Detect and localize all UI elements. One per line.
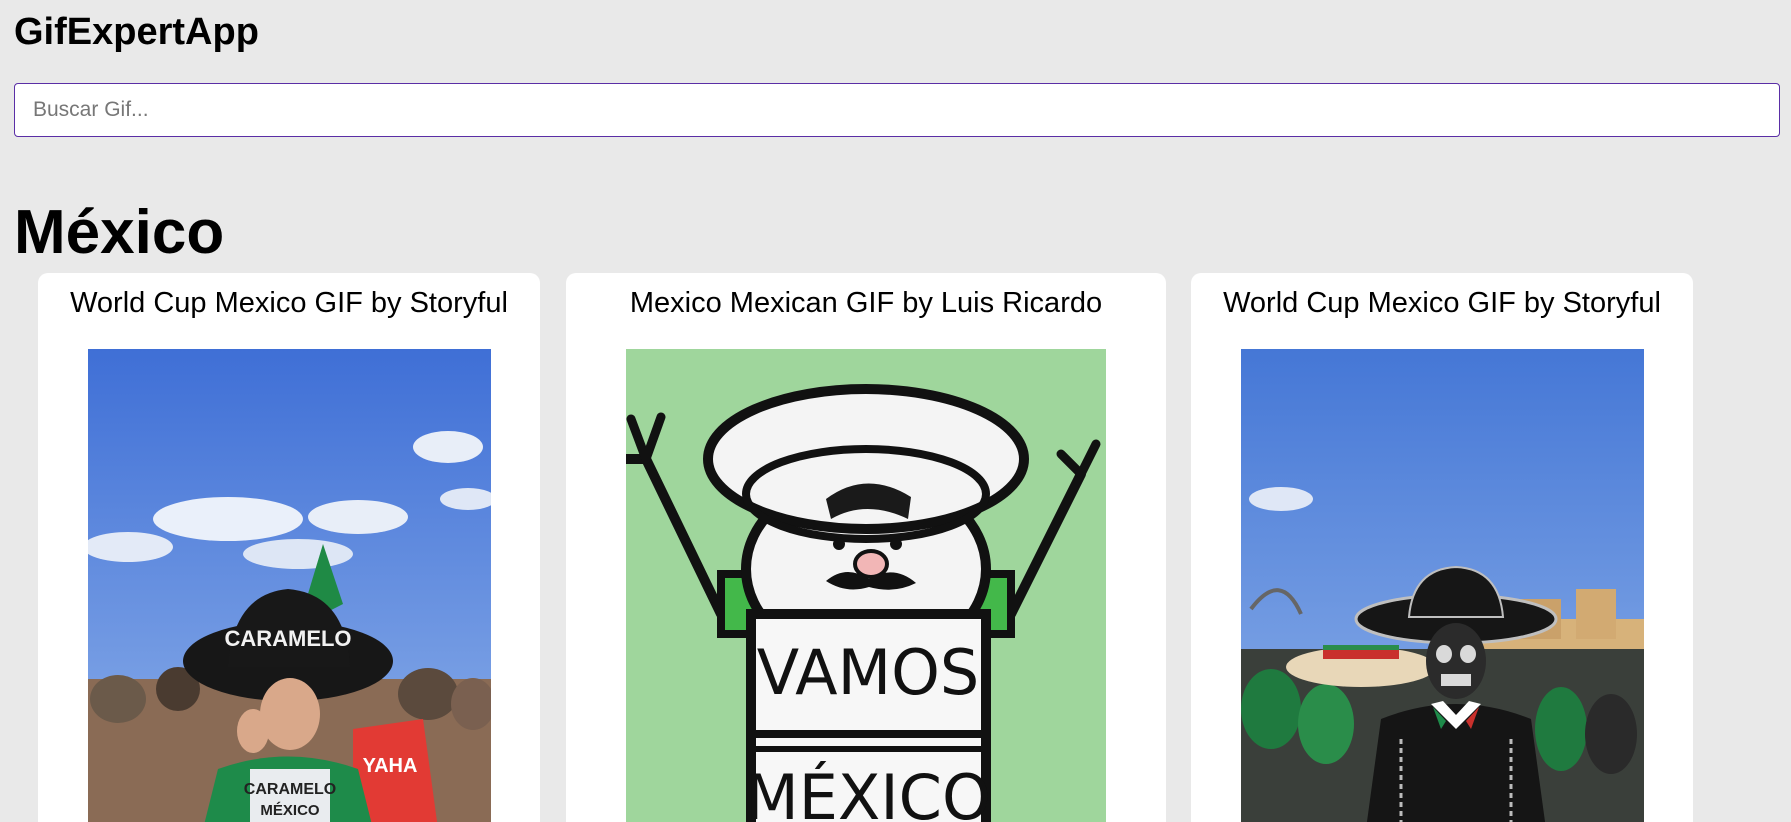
flag-text: YAHA <box>363 755 418 777</box>
gif-expert-app: GifExpertApp México World Cup Mexico GIF… <box>0 0 1791 822</box>
gif-card[interactable]: World Cup Mexico GIF by Storyful <box>1191 273 1693 822</box>
gif-card-title: Mexico Mexican GIF by Luis Ricardo <box>629 287 1103 319</box>
gif-card-title: World Cup Mexico GIF by Storyful <box>1223 287 1661 319</box>
sign-text: MÉXICO <box>745 761 991 822</box>
gif-card[interactable]: Mexico Mexican GIF by Luis Ricardo VAMOS… <box>566 273 1166 822</box>
gif-image[interactable]: YAHA CARAMELO CARAMELO MÉXICO <box>88 349 491 822</box>
gif-card[interactable]: World Cup Mexico GIF by Storyful <box>38 273 540 822</box>
gif-image[interactable]: VAMOS MÉXICO <box>626 349 1106 822</box>
cartoon-vamos-mexico-image: VAMOS MÉXICO <box>626 349 1106 822</box>
fans-celebrating-image: YAHA CARAMELO CARAMELO MÉXICO <box>88 349 491 822</box>
gif-card-title: World Cup Mexico GIF by Storyful <box>70 287 508 319</box>
mariachi-skeleton-image <box>1241 349 1644 822</box>
sign-text: VAMOS <box>757 636 980 709</box>
search-input[interactable] <box>14 83 1780 137</box>
shirt-text: MÉXICO <box>260 802 320 819</box>
hat-text: CARAMELO <box>224 626 351 651</box>
app-title: GifExpertApp <box>14 11 259 53</box>
category-title: México <box>14 198 225 267</box>
gif-image[interactable] <box>1241 349 1644 822</box>
shirt-text: CARAMELO <box>244 781 336 798</box>
